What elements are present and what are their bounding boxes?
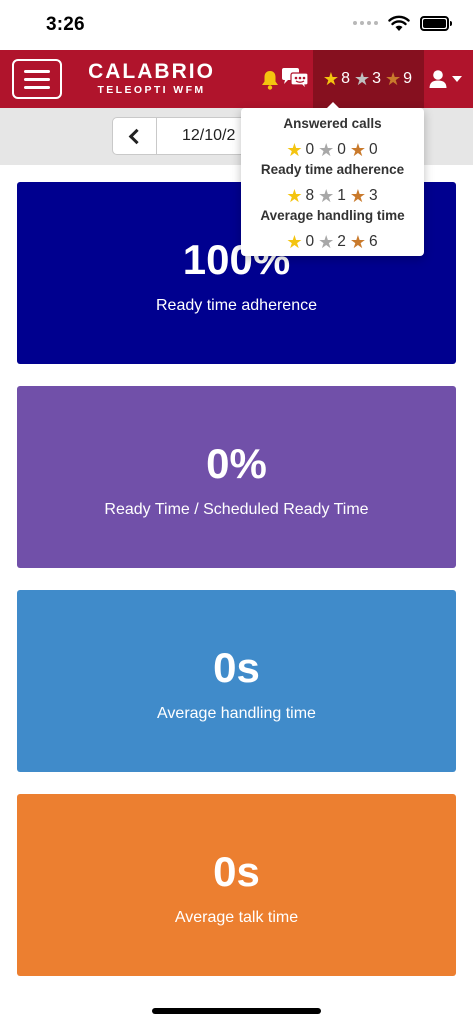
bronze-count: 6 — [369, 233, 378, 250]
brand-logo: CALABRIO TELEOPTI WFM — [79, 61, 224, 97]
signal-icon — [353, 21, 378, 25]
battery-icon — [420, 15, 452, 31]
bronze-count: 0 — [369, 141, 378, 158]
metric-card-ready-time-ratio[interactable]: 0% Ready Time / Scheduled Ready Time — [17, 386, 456, 568]
popover-badge-row: ★ 8 ★ 1 ★ 3 — [241, 184, 424, 208]
bronze-star-icon: ★ — [349, 186, 367, 206]
wifi-icon — [388, 15, 410, 31]
user-menu-button[interactable] — [428, 67, 468, 91]
silver-count: 1 — [337, 187, 346, 204]
bronze-star-icon: ★ — [349, 140, 367, 160]
gold-count: 8 — [305, 187, 315, 204]
gold-count: 0 — [305, 233, 315, 250]
metric-label: Average handling time — [157, 705, 316, 722]
bronze-star-icon: ★ — [385, 69, 402, 89]
brand-name: CALABRIO — [88, 60, 215, 83]
chat-icon[interactable] — [280, 67, 310, 91]
metric-value: 0s — [213, 644, 260, 691]
previous-date-button[interactable] — [112, 117, 157, 155]
popover-badge-row: ★ 0 ★ 2 ★ 6 — [241, 230, 424, 254]
silver-count: 0 — [337, 141, 346, 158]
popover-section-title: Average handling time — [260, 208, 405, 223]
popover-section-title: Ready time adherence — [260, 162, 405, 177]
silver-star-icon: ★ — [318, 140, 335, 160]
badge-summary-button[interactable]: ★ 8 ★ 3 ★ 9 — [313, 50, 424, 108]
bell-icon[interactable] — [261, 70, 279, 90]
badge-popover: Answered calls ★ 0 ★ 0 ★ 0 Ready time adher… — [241, 102, 424, 256]
metric-label: Average talk time — [174, 909, 299, 926]
caret-down-icon — [452, 76, 462, 82]
silver-star-icon: ★ — [318, 186, 335, 206]
status-bar: 3:26 — [0, 0, 473, 50]
status-time: 3:26 — [46, 14, 85, 35]
bronze-count: 3 — [369, 187, 378, 204]
silver-count: 2 — [337, 233, 346, 250]
gold-star-icon: ★ — [286, 140, 303, 160]
user-icon — [429, 70, 447, 88]
menu-button[interactable] — [12, 59, 62, 99]
metric-label: Ready time adherence — [156, 297, 317, 314]
gold-badge-count: 8 — [341, 70, 350, 87]
chevron-left-icon — [128, 128, 145, 144]
gold-star-icon: ★ — [286, 186, 303, 206]
status-icons — [353, 14, 452, 32]
metric-card-average-talk-time[interactable]: 0s Average talk time — [17, 794, 456, 976]
menu-icon — [24, 69, 50, 73]
metric-value: 0s — [213, 848, 260, 895]
metric-value: 0% — [206, 440, 267, 487]
bronze-badge-count: 9 — [403, 70, 413, 87]
silver-badge-count: 3 — [372, 70, 382, 87]
silver-star-icon: ★ — [353, 69, 371, 89]
gold-count: 0 — [305, 141, 315, 158]
popover-badge-row: ★ 0 ★ 0 ★ 0 — [241, 138, 424, 162]
gold-star-icon: ★ — [286, 232, 303, 252]
popover-section-title: Answered calls — [283, 116, 382, 131]
metric-label: Ready Time / Scheduled Ready Time — [104, 501, 369, 518]
brand-subtitle: TELEOPTI WFM — [97, 84, 206, 96]
metric-card-average-handling-time[interactable]: 0s Average handling time — [17, 590, 456, 772]
bronze-star-icon: ★ — [349, 232, 367, 252]
app-header: CALABRIO TELEOPTI WFM ★ 8 ★ 3 ★ 9 — [0, 50, 473, 108]
gold-star-icon: ★ — [322, 69, 340, 89]
home-indicator[interactable] — [152, 1008, 321, 1014]
silver-star-icon: ★ — [318, 232, 335, 252]
